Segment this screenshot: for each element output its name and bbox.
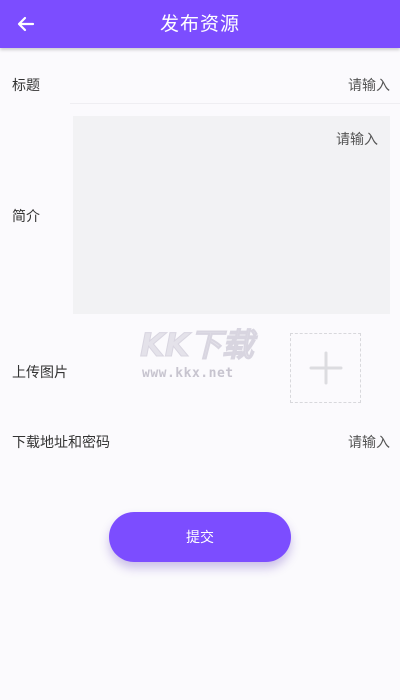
download-input[interactable]: 请输入 xyxy=(348,432,390,452)
title-row: 标题 请输入 xyxy=(0,66,400,104)
watermark-logo-text: KK下载 xyxy=(140,326,259,364)
title-label: 标题 xyxy=(12,78,40,94)
watermark-url: www.kkx.net xyxy=(142,366,234,381)
title-divider xyxy=(70,103,400,104)
intro-label: 简介 xyxy=(12,209,40,225)
plus-icon xyxy=(309,351,342,385)
submit-button[interactable]: 提交 xyxy=(109,512,291,562)
download-row: 下载地址和密码 请输入 xyxy=(0,423,400,461)
intro-textarea[interactable]: 请输入 xyxy=(73,116,390,314)
add-image-button[interactable] xyxy=(290,333,361,403)
app-bar: 发布资源 xyxy=(0,0,400,48)
image-upload-label: 上传图片 xyxy=(12,365,68,381)
title-input[interactable]: 请输入 xyxy=(348,75,390,95)
download-label: 下载地址和密码 xyxy=(12,435,110,451)
intro-placeholder: 请输入 xyxy=(336,132,378,148)
page-title: 发布资源 xyxy=(159,13,240,35)
